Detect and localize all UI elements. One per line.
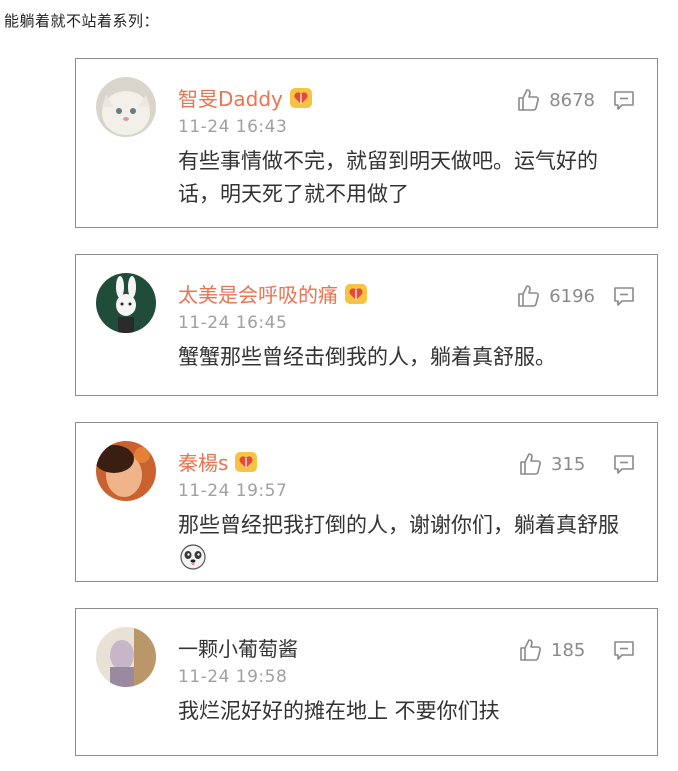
comment-text: 蟹蟹那些曾经击倒我的人，躺着真舒服。	[178, 345, 556, 369]
username[interactable]: 秦楊s	[178, 447, 258, 476]
like-button[interactable]: 315	[517, 451, 595, 477]
comment-card: 智旻Daddy 11-24 16:43 8678 有些事情做不完，就留到明天做吧…	[75, 58, 658, 228]
avatar[interactable]	[96, 441, 156, 501]
thumbs-up-icon	[517, 451, 543, 477]
comment-actions: 315	[517, 451, 635, 477]
comment-actions: 8678	[515, 87, 635, 113]
username[interactable]: 太美是会呼吸的痛	[178, 279, 368, 308]
comment-time: 11-24 16:43	[178, 117, 288, 137]
reply-button[interactable]	[613, 453, 635, 475]
reply-button[interactable]	[613, 89, 635, 111]
comment-icon	[613, 89, 635, 111]
comment-icon	[613, 285, 635, 307]
username[interactable]: 一颗小葡萄酱	[178, 633, 298, 662]
comment-time: 11-24 19:58	[178, 667, 288, 687]
reply-button[interactable]	[613, 285, 635, 307]
avatar[interactable]	[96, 273, 156, 333]
comment-card: 太美是会呼吸的痛 11-24 16:45 6196 蟹蟹那些曾经击倒我的人，躺着…	[75, 254, 658, 396]
comment-text: 那些曾经把我打倒的人，谢谢你们，躺着真舒服	[178, 509, 638, 575]
like-count: 6196	[549, 285, 595, 307]
comment-card: 秦楊s 11-24 19:57 315 那些曾经把我打倒的人，谢谢你们，躺着真舒…	[75, 422, 658, 582]
avatar[interactable]	[96, 77, 156, 137]
avatar[interactable]	[96, 627, 156, 687]
username[interactable]: 智旻Daddy	[178, 83, 313, 112]
dog-emoji-icon	[180, 544, 206, 570]
thumbs-up-icon	[515, 283, 541, 309]
thumbs-up-icon	[517, 637, 543, 663]
comment-actions: 185	[517, 637, 635, 663]
vip-heart-badge-icon	[289, 87, 313, 109]
like-button[interactable]: 185	[517, 637, 595, 663]
like-count: 8678	[549, 89, 595, 111]
vip-heart-badge-icon	[344, 283, 368, 305]
like-count: 315	[551, 453, 586, 475]
like-button[interactable]: 6196	[515, 283, 595, 309]
comment-time: 11-24 16:45	[178, 313, 288, 333]
vip-heart-badge-icon	[234, 451, 258, 473]
comment-time: 11-24 19:57	[178, 481, 288, 501]
comment-actions: 6196	[515, 283, 635, 309]
page-title: 能躺着就不站着系列：	[4, 12, 160, 30]
thumbs-up-icon	[515, 87, 541, 113]
comment-card: 一颗小葡萄酱 11-24 19:58 185 我烂泥好好的摊在地上 不要你们扶	[75, 608, 658, 756]
comment-icon	[613, 453, 635, 475]
comment-icon	[613, 639, 635, 661]
reply-button[interactable]	[613, 639, 635, 661]
like-button[interactable]: 8678	[515, 87, 595, 113]
comment-text: 有些事情做不完，就留到明天做吧。运气好的话，明天死了就不用做了	[178, 149, 598, 206]
like-count: 185	[551, 639, 586, 661]
comment-text: 我烂泥好好的摊在地上 不要你们扶	[178, 699, 500, 723]
